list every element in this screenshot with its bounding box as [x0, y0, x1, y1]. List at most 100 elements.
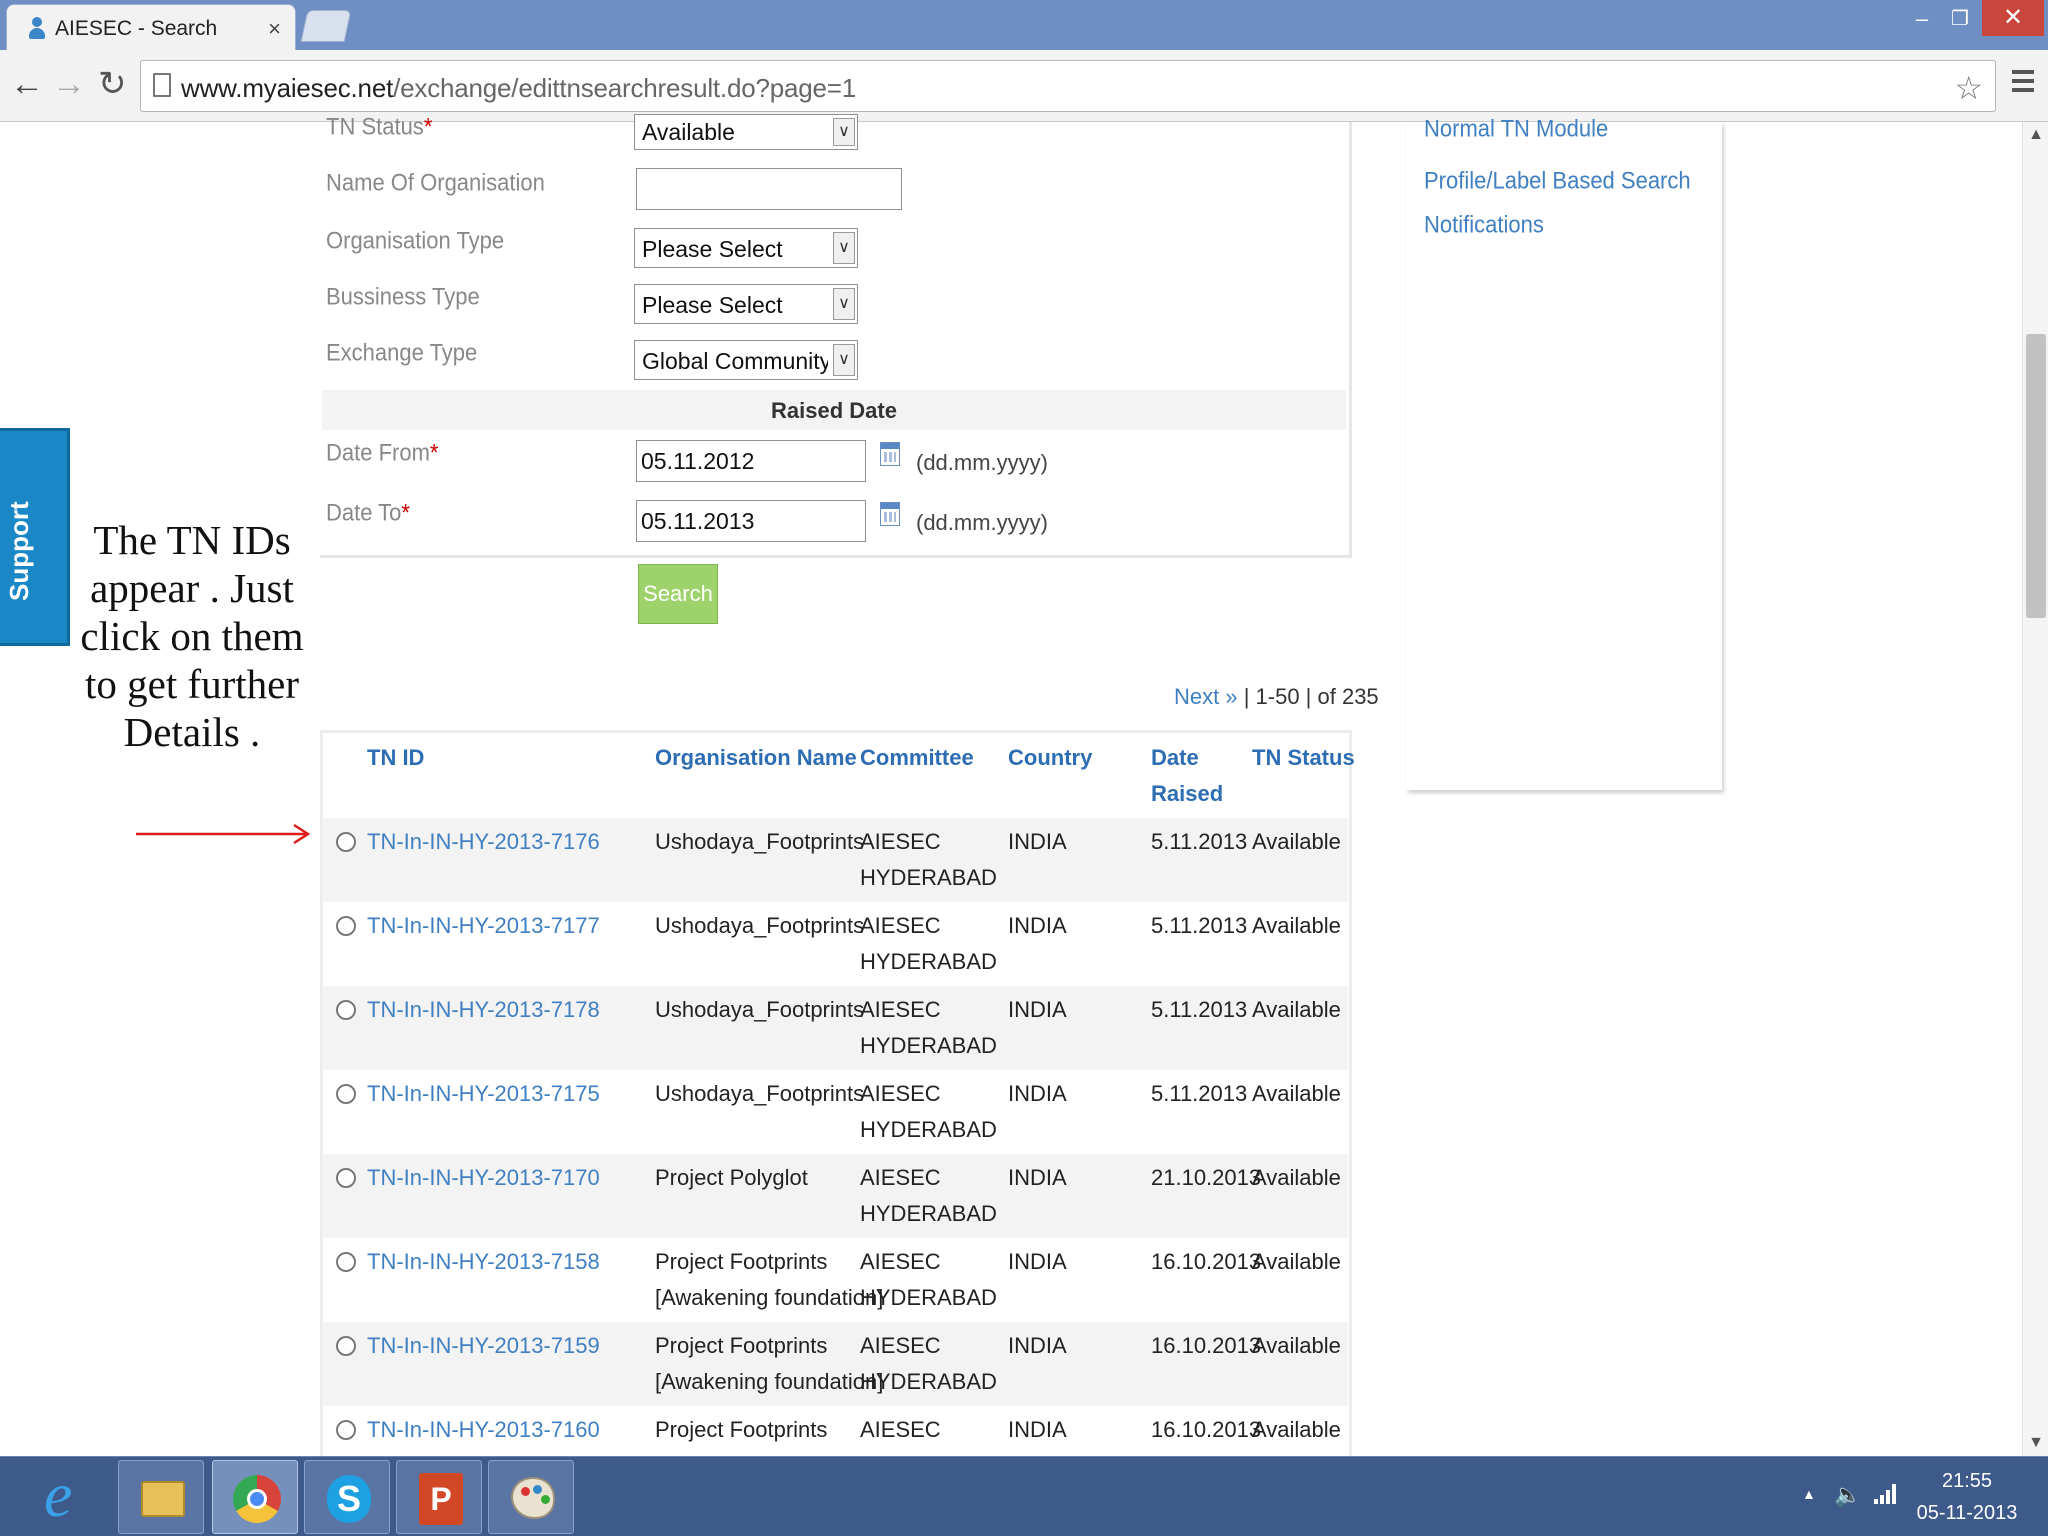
tn-id-link[interactable]: TN-In-IN-HY-2013-7170 [367, 1160, 600, 1196]
chevron-down-icon[interactable]: ∨ [833, 232, 855, 264]
header-tn-id[interactable]: TN ID [367, 740, 424, 776]
exchange-type-select[interactable]: Global Community Development ∨ [634, 340, 858, 380]
forward-arrow-icon[interactable]: → [52, 66, 86, 102]
org-name-input[interactable] [636, 168, 902, 210]
tn-id-link[interactable]: TN-In-IN-HY-2013-7175 [367, 1076, 600, 1112]
date-cell: 16.10.2013 [1151, 1417, 1262, 1442]
scroll-down-arrow-icon[interactable]: ▼ [2023, 1434, 2048, 1452]
date-from-label: Date From* [326, 438, 439, 466]
row-radio[interactable] [336, 1084, 356, 1104]
browser-tab-active[interactable]: AIESEC - Search × [6, 4, 296, 50]
header-committee[interactable]: Committee [860, 740, 974, 776]
date-cell: 5.11.2013 [1151, 997, 1248, 1022]
page-icon [153, 73, 171, 97]
country-cell: INDIA [1008, 913, 1067, 938]
scrollbar-thumb[interactable] [2026, 334, 2046, 618]
search-button[interactable]: Search [638, 564, 718, 624]
country-cell: INDIA [1008, 1249, 1067, 1274]
minimize-button[interactable]: – [1904, 6, 1940, 36]
aiesec-favicon-icon [29, 17, 45, 39]
new-tab-button[interactable] [300, 10, 352, 42]
calendar-icon[interactable] [880, 502, 900, 526]
skype-icon: S [327, 1475, 371, 1523]
header-organisation-name[interactable]: Organisation Name [655, 740, 857, 776]
file-explorer-button[interactable] [118, 1460, 204, 1534]
volume-icon[interactable]: 🔈 [1834, 1482, 1861, 1508]
tn-id-link[interactable]: TN-In-IN-HY-2013-7158 [367, 1244, 600, 1280]
network-signal-icon[interactable] [1874, 1484, 1898, 1504]
row-radio[interactable] [336, 1252, 356, 1272]
business-type-select[interactable]: Please Select ∨ [634, 284, 858, 324]
clock-time[interactable]: 21:55 [1920, 1470, 2014, 1493]
org-name-cell: Ushodaya_Footprints [655, 997, 865, 1022]
raised-date-heading: Raised Date [322, 390, 1346, 430]
status-cell: Available [1252, 1165, 1341, 1190]
internet-explorer-icon[interactable]: e [44, 1460, 72, 1530]
table-row: TN-In-IN-HY-2013-7178 Ushodaya_Footprint… [322, 986, 1348, 1070]
skype-taskbar-button[interactable]: S [304, 1460, 390, 1534]
status-cell: Available [1252, 913, 1341, 938]
result-range: | 1-50 | of 235 [1237, 684, 1379, 709]
country-cell: INDIA [1008, 829, 1067, 854]
tn-id-link[interactable]: TN-In-IN-HY-2013-7177 [367, 908, 600, 944]
title-bar: AIESEC - Search × – ❐ ✕ [0, 0, 2048, 50]
committee-cell: AIESEC [860, 1417, 941, 1442]
header-date-raised[interactable]: Date Raised [1151, 740, 1223, 812]
chrome-menu-icon[interactable] [2012, 70, 2034, 97]
paint-taskbar-button[interactable] [488, 1460, 574, 1534]
country-cell: INDIA [1008, 1417, 1067, 1442]
header-tn-status[interactable]: TN Status [1252, 740, 1355, 776]
tn-id-link[interactable]: TN-In-IN-HY-2013-7160 [367, 1412, 600, 1448]
tab-close-icon[interactable]: × [268, 16, 281, 42]
table-row: TN-In-IN-HY-2013-7170 Project Polyglot A… [322, 1154, 1348, 1238]
show-hidden-icons-arrow-icon[interactable]: ▲ [1802, 1486, 1816, 1502]
scroll-up-arrow-icon[interactable]: ▲ [2023, 126, 2048, 144]
normal-tn-module-link[interactable]: Normal TN Module [1424, 115, 1608, 143]
tn-status-select[interactable]: Available ∨ [634, 114, 858, 150]
tn-id-link[interactable]: TN-In-IN-HY-2013-7159 [367, 1328, 600, 1364]
url-path: /exchange/edittnsearchresult.do?page=1 [393, 73, 857, 103]
org-type-value: Please Select [642, 236, 783, 262]
notifications-link[interactable]: Notifications [1424, 211, 1544, 239]
profile-label-search-link[interactable]: Profile/Label Based Search [1424, 167, 1691, 195]
chrome-taskbar-button[interactable] [212, 1460, 298, 1534]
org-name-cell: Project Footprints [Awakening foundation] [655, 1333, 884, 1394]
reload-icon[interactable]: ↻ [98, 66, 127, 102]
back-arrow-icon[interactable]: ← [10, 66, 44, 102]
support-tab[interactable]: Support [0, 428, 70, 646]
date-cell: 5.11.2013 [1151, 1081, 1248, 1106]
date-to-input[interactable]: 05.11.2013 [636, 500, 866, 542]
header-country[interactable]: Country [1008, 740, 1092, 776]
tab-title: AIESEC - Search [55, 17, 218, 40]
table-row: TN-In-IN-HY-2013-7176 Ushodaya_Footprint… [322, 818, 1348, 902]
next-page-link[interactable]: Next » [1174, 684, 1238, 709]
row-radio[interactable] [336, 1336, 356, 1356]
clock-date[interactable]: 05-11-2013 [1912, 1502, 2022, 1525]
date-to-value: 05.11.2013 [641, 508, 755, 534]
row-radio[interactable] [336, 1168, 356, 1188]
bookmark-star-icon[interactable]: ☆ [1954, 69, 1983, 107]
url-text[interactable]: www.myaiesec.net/exchange/edittnsearchre… [181, 73, 856, 104]
vertical-scrollbar[interactable]: ▲ ▼ [2022, 122, 2048, 1456]
row-radio[interactable] [336, 832, 356, 852]
country-cell: INDIA [1008, 1165, 1067, 1190]
row-radio[interactable] [336, 1000, 356, 1020]
row-radio[interactable] [336, 916, 356, 936]
chevron-down-icon[interactable]: ∨ [833, 288, 855, 320]
address-bar[interactable]: www.myaiesec.net/exchange/edittnsearchre… [140, 60, 1996, 112]
powerpoint-taskbar-button[interactable]: P [396, 1460, 482, 1534]
date-from-input[interactable]: 05.11.2012 [636, 440, 866, 482]
org-type-select[interactable]: Please Select ∨ [634, 228, 858, 268]
status-cell: Available [1252, 1417, 1341, 1442]
chevron-down-icon[interactable]: ∨ [833, 118, 855, 146]
row-radio[interactable] [336, 1420, 356, 1440]
tn-id-link[interactable]: TN-In-IN-HY-2013-7176 [367, 824, 600, 860]
calendar-icon[interactable] [880, 442, 900, 466]
tn-id-link[interactable]: TN-In-IN-HY-2013-7178 [367, 992, 600, 1028]
chevron-down-icon[interactable]: ∨ [833, 344, 855, 376]
maximize-button[interactable]: ❐ [1942, 6, 1978, 36]
close-window-button[interactable]: ✕ [1982, 0, 2044, 36]
folder-icon [141, 1481, 185, 1517]
date-from-value: 05.11.2012 [641, 448, 755, 474]
status-cell: Available [1252, 1333, 1341, 1358]
